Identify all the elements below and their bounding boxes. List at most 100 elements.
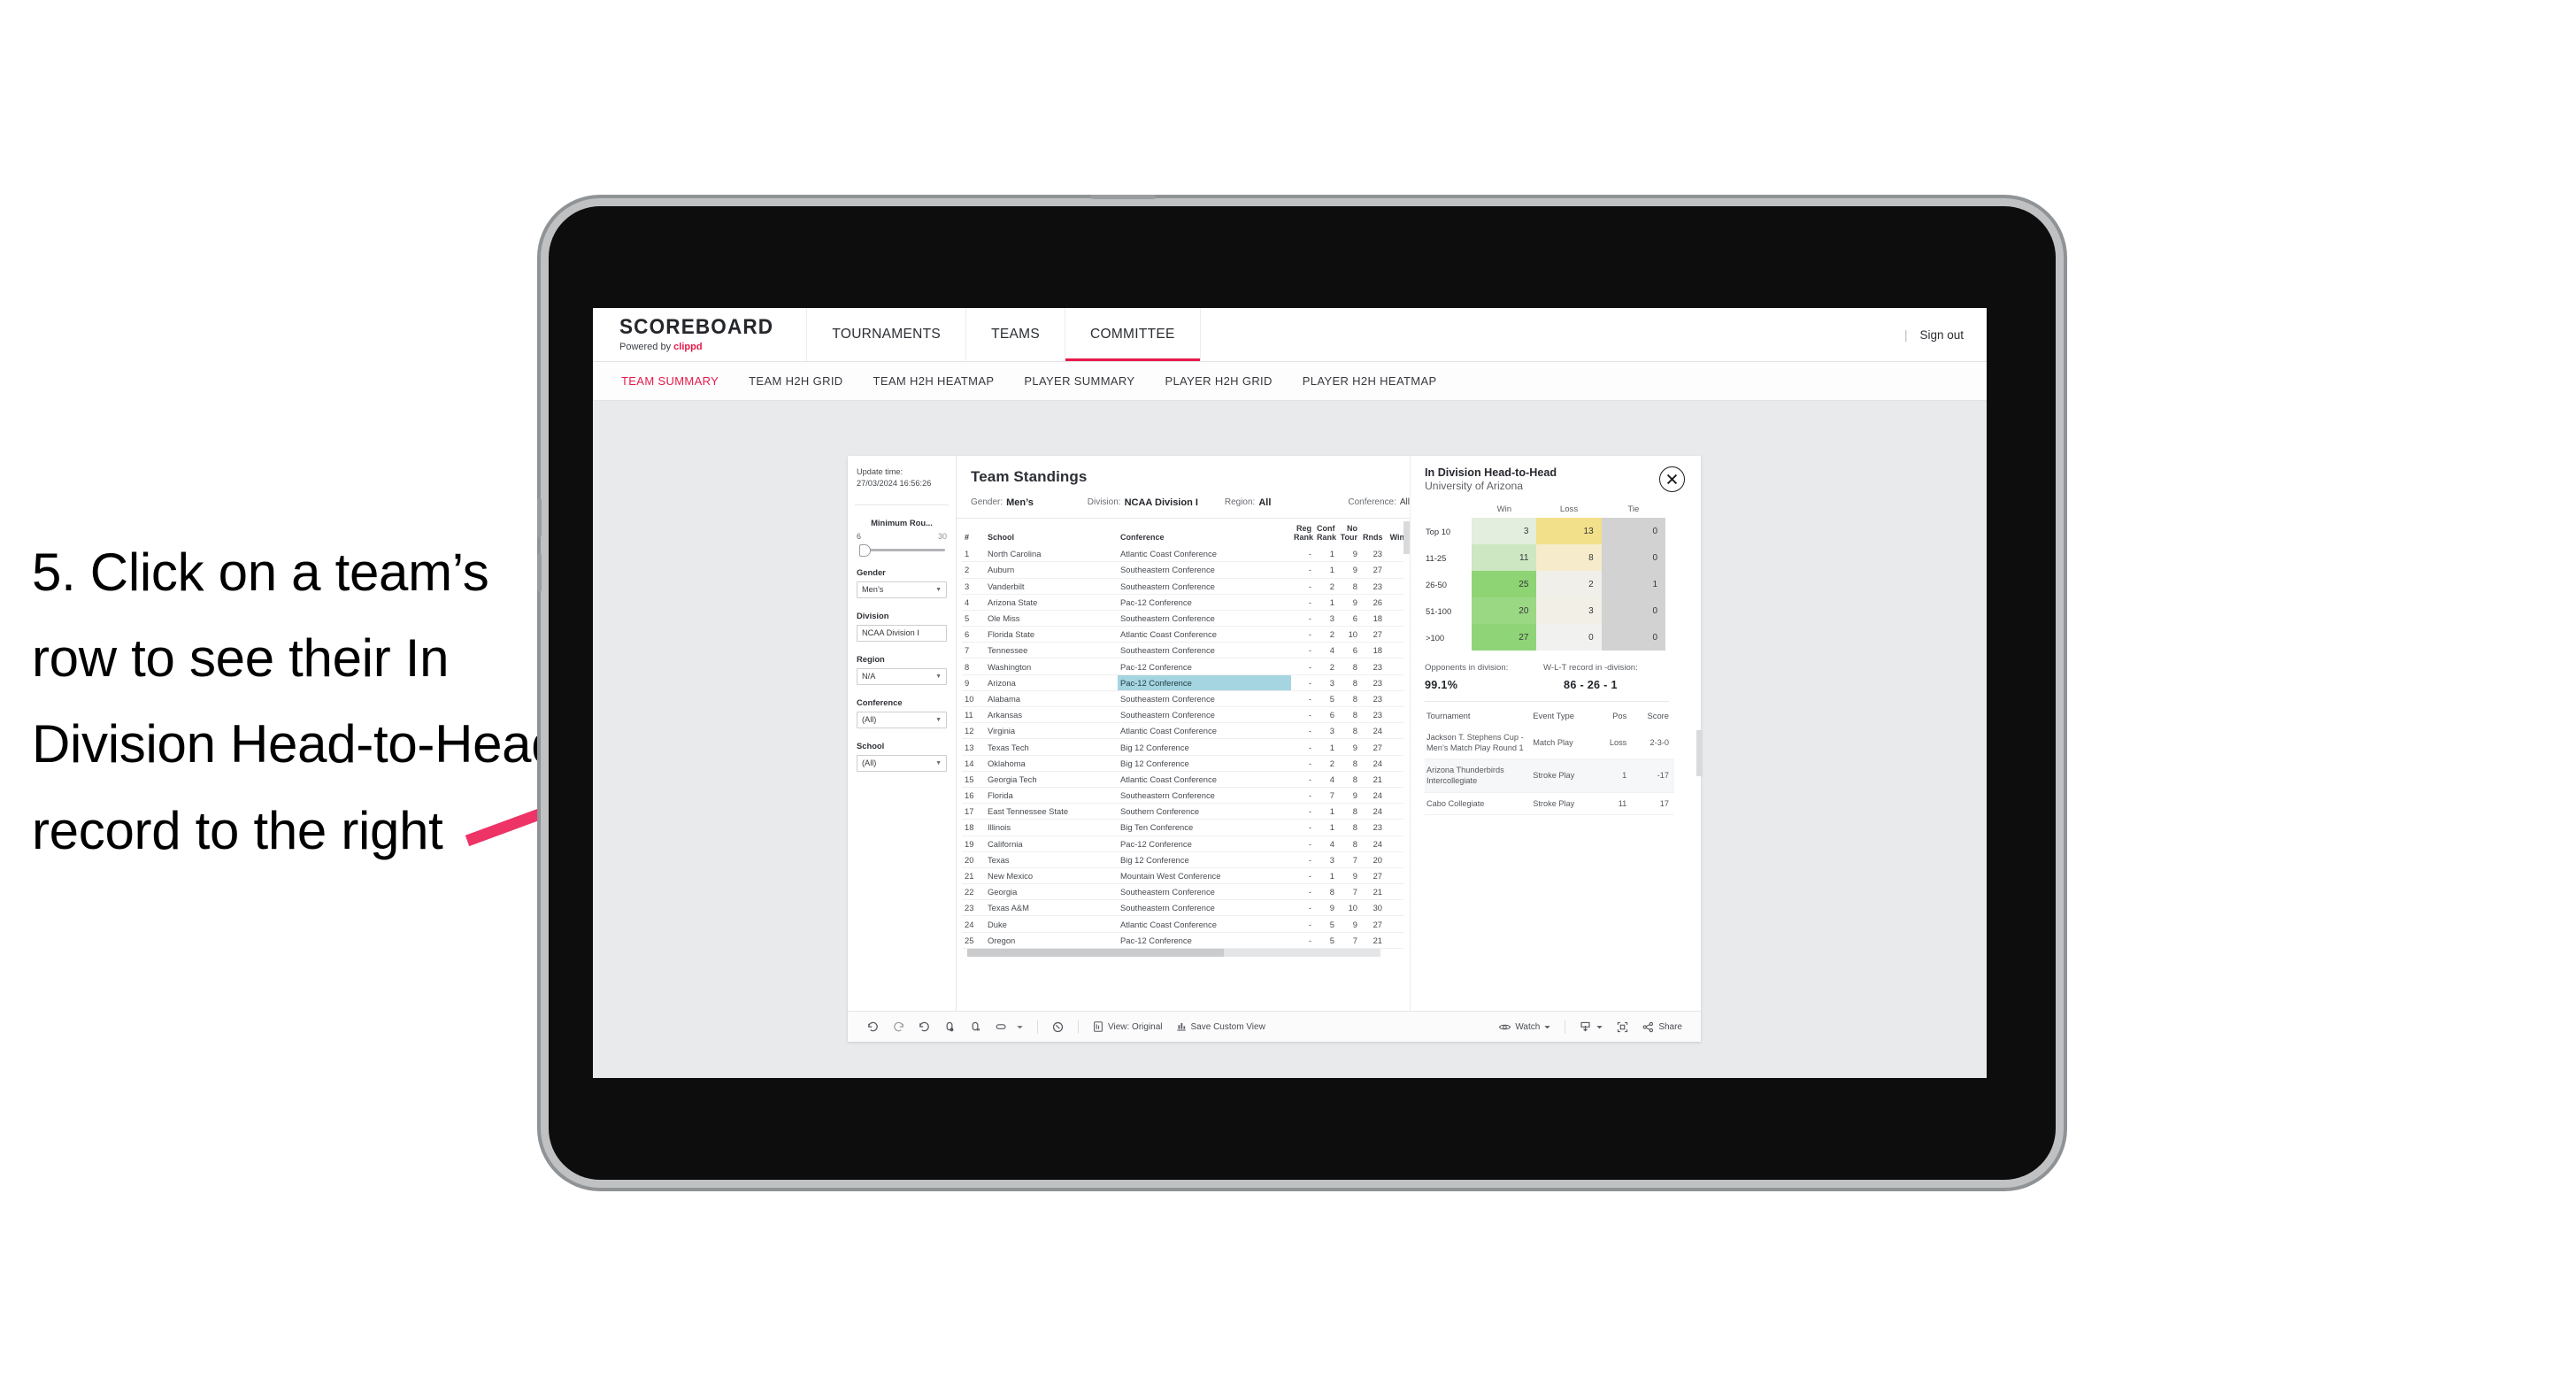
table-row[interactable]: 3VanderbiltSoutheastern Conference-28235 — [962, 578, 1411, 595]
volume-button-up — [537, 498, 542, 537]
heatmap-cell-tie[interactable]: 0 — [1601, 597, 1665, 624]
table-row[interactable]: 17 East Tennessee State Southern Conferenc… — [962, 803, 1411, 820]
min-rounds-slider[interactable] — [857, 543, 947, 557]
tournament-row[interactable]: Cabo Collegiate Stroke Play 11 17 — [1425, 792, 1674, 815]
table-row[interactable]: 9ArizonaPac-12 Conference-38232 — [962, 674, 1411, 691]
close-circle-icon[interactable] — [1659, 466, 1685, 492]
heatmap-cell-loss[interactable]: 13 — [1536, 518, 1602, 544]
nav-committee[interactable]: COMMITTEE — [1065, 308, 1201, 361]
table-row[interactable]: 12 Virginia Atlantic Coast Conference -3 8 24… — [962, 722, 1411, 740]
tournament-row[interactable]: Arizona Thunderbirds Intercollegiate Stro… — [1425, 758, 1674, 793]
col-reg-rank[interactable]: Reg Rank — [1291, 519, 1314, 546]
table-row[interactable]: 19CaliforniaPac-12 Conference-48242 — [962, 835, 1411, 852]
brand-logo[interactable]: SCOREBOARD Powered by clippd — [593, 308, 808, 361]
division-select[interactable]: NCAA Division I — [857, 624, 947, 642]
table-row[interactable]: 24DukeAtlantic Coast Conference-59271 — [962, 915, 1411, 933]
heatmap-cell-tie[interactable]: 1 — [1601, 571, 1665, 597]
division-summary-value: NCAA Division I — [1124, 497, 1198, 508]
heatmap-cell-win[interactable]: 11 — [1472, 544, 1537, 571]
table-row[interactable]: 21 New Mexico Mountain West Conference -1 9 2… — [962, 867, 1411, 885]
vertical-scrollbar[interactable] — [1403, 519, 1410, 1011]
heatmap-cell-loss[interactable]: 3 — [1536, 597, 1602, 624]
scroll-thumb[interactable] — [1696, 730, 1703, 776]
chevron-down-icon — [1543, 1023, 1551, 1031]
nav-tournaments[interactable]: TOURNAMENTS — [807, 308, 967, 361]
tab-team-summary[interactable]: TEAM SUMMARY — [621, 374, 719, 388]
undo-icon[interactable] — [860, 1020, 886, 1034]
heatmap-cell-tie[interactable]: 0 — [1601, 544, 1665, 571]
table-row[interactable]: 4Arizona StatePac-12 Conference-19261 — [962, 594, 1411, 611]
table-row[interactable]: 20TexasBig 12 Conference-37200 — [962, 851, 1411, 868]
col-no-tour[interactable]: No Tour — [1337, 519, 1360, 546]
heatmap-cell-loss[interactable]: 8 — [1536, 544, 1602, 571]
table-row[interactable]: 10AlabamaSoutheastern Conference-58233 — [962, 690, 1411, 708]
tab-team-h2h-grid[interactable]: TEAM H2H GRID — [749, 374, 842, 388]
nav-teams[interactable]: TEAMS — [966, 308, 1065, 361]
watch-button[interactable]: Watch — [1492, 1020, 1557, 1034]
school-value: (All) — [862, 758, 877, 768]
table-row[interactable]: 22GeorgiaSoutheastern Conference-87211 — [962, 883, 1411, 901]
table-row[interactable]: 13Texas TechBig 12 Conference-19272 — [962, 738, 1411, 756]
cell-pos: Loss — [1596, 727, 1633, 760]
tournaments-wrapper: Tournament Event Type Pos Score Jackson … — [1425, 707, 1703, 815]
gender-select[interactable]: Men’s ▼ — [857, 581, 947, 598]
heatmap-cell-loss[interactable]: 2 — [1536, 571, 1602, 597]
revert-icon[interactable] — [911, 1020, 937, 1034]
tab-team-h2h-heatmap[interactable]: TEAM H2H HEATMAP — [873, 374, 995, 388]
scroll-thumb[interactable] — [967, 948, 1224, 957]
conference-select[interactable]: (All) ▼ — [857, 711, 947, 728]
cell-rnds: 27 — [1360, 626, 1385, 643]
cell-no-tour: 9 — [1337, 594, 1360, 611]
chevron-down-icon[interactable] — [1015, 1023, 1030, 1031]
col-rnds[interactable]: Rnds — [1360, 519, 1385, 546]
table-row[interactable]: 6 Florida State Atlantic Coast Conference -… — [962, 626, 1411, 643]
tab-player-h2h-grid[interactable]: PLAYER H2H GRID — [1165, 374, 1272, 388]
table-row[interactable]: 15 Georgia Tech Atlantic Coast Conference -… — [962, 771, 1411, 788]
heatmap-cell-win[interactable]: 25 — [1472, 571, 1537, 597]
heatmap-cell-tie[interactable]: 0 — [1601, 518, 1665, 544]
cell-no-tour: 9 — [1337, 867, 1360, 885]
table-row[interactable]: 2AuburnSoutheastern Conference-19276 — [962, 561, 1411, 579]
col-rank[interactable]: # — [962, 519, 985, 546]
tab-player-summary[interactable]: PLAYER SUMMARY — [1024, 374, 1134, 388]
col-conference[interactable]: Conference — [1118, 519, 1291, 546]
table-row[interactable]: 1 North Carolina Atlantic Coast Conference… — [962, 546, 1411, 563]
table-row[interactable]: 25OregonPac-12 Conference-57210 — [962, 932, 1411, 949]
col-school[interactable]: School — [985, 519, 1118, 546]
slow-connection-icon[interactable] — [1045, 1020, 1071, 1034]
slider-handle[interactable] — [859, 543, 871, 557]
redo-icon[interactable] — [886, 1020, 911, 1034]
table-row[interactable]: 5Ole MissSoutheastern Conference-36181 — [962, 610, 1411, 628]
rectangle-select-icon[interactable] — [988, 1020, 1015, 1034]
fullscreen-icon[interactable] — [1610, 1020, 1635, 1034]
heatmap-cell-tie[interactable]: 0 — [1601, 624, 1665, 651]
heatmap-cell-loss[interactable]: 0 — [1536, 624, 1602, 651]
table-row[interactable]: 7TennesseeSoutheastern Conference-46182 — [962, 642, 1411, 659]
horizontal-scrollbar[interactable] — [967, 948, 1380, 957]
cell-conf: Atlantic Coast Conference — [1118, 915, 1291, 933]
heatmap-cell-win[interactable]: 27 — [1472, 624, 1537, 651]
table-row[interactable]: 18IllinoisBig Ten Conference-18233 — [962, 819, 1411, 836]
region-select[interactable]: N/A ▼ — [857, 667, 947, 685]
pause-updates-icon[interactable] — [963, 1020, 988, 1034]
tab-player-h2h-heatmap[interactable]: PLAYER H2H HEATMAP — [1303, 374, 1437, 388]
refresh-data-icon[interactable] — [937, 1020, 963, 1034]
cell-reg-rank: - — [1291, 578, 1314, 595]
scroll-thumb[interactable] — [1403, 521, 1410, 554]
table-row[interactable]: 14OklahomaBig 12 Conference-28242 — [962, 755, 1411, 772]
share-button[interactable]: Share — [1635, 1020, 1688, 1034]
tournaments-scrollbar[interactable] — [1696, 730, 1703, 836]
table-row[interactable]: 8WashingtonPac-12 Conference-28231 — [962, 658, 1411, 675]
school-select[interactable]: (All) ▼ — [857, 754, 947, 772]
table-row[interactable]: 23 Texas A&M Southeastern Conference -9 10 30… — [962, 899, 1411, 917]
col-conf-rank[interactable]: Conf Rank — [1314, 519, 1337, 546]
table-row[interactable]: 11ArkansasSoutheastern Conference-68232 — [962, 706, 1411, 724]
table-row[interactable]: 16FloridaSoutheastern Conference-79244 — [962, 787, 1411, 805]
heatmap-cell-win[interactable]: 20 — [1472, 597, 1537, 624]
sign-out-link[interactable]: Sign out — [1919, 328, 1964, 342]
tournament-row[interactable]: Jackson T. Stephens Cup - Men’s Match Pl… — [1425, 727, 1674, 760]
heatmap-cell-win[interactable]: 3 — [1472, 518, 1537, 544]
view-original-button[interactable]: View: Original — [1086, 1020, 1169, 1033]
download-button[interactable] — [1573, 1020, 1610, 1034]
save-custom-view-button[interactable]: Save Custom View — [1169, 1020, 1272, 1033]
